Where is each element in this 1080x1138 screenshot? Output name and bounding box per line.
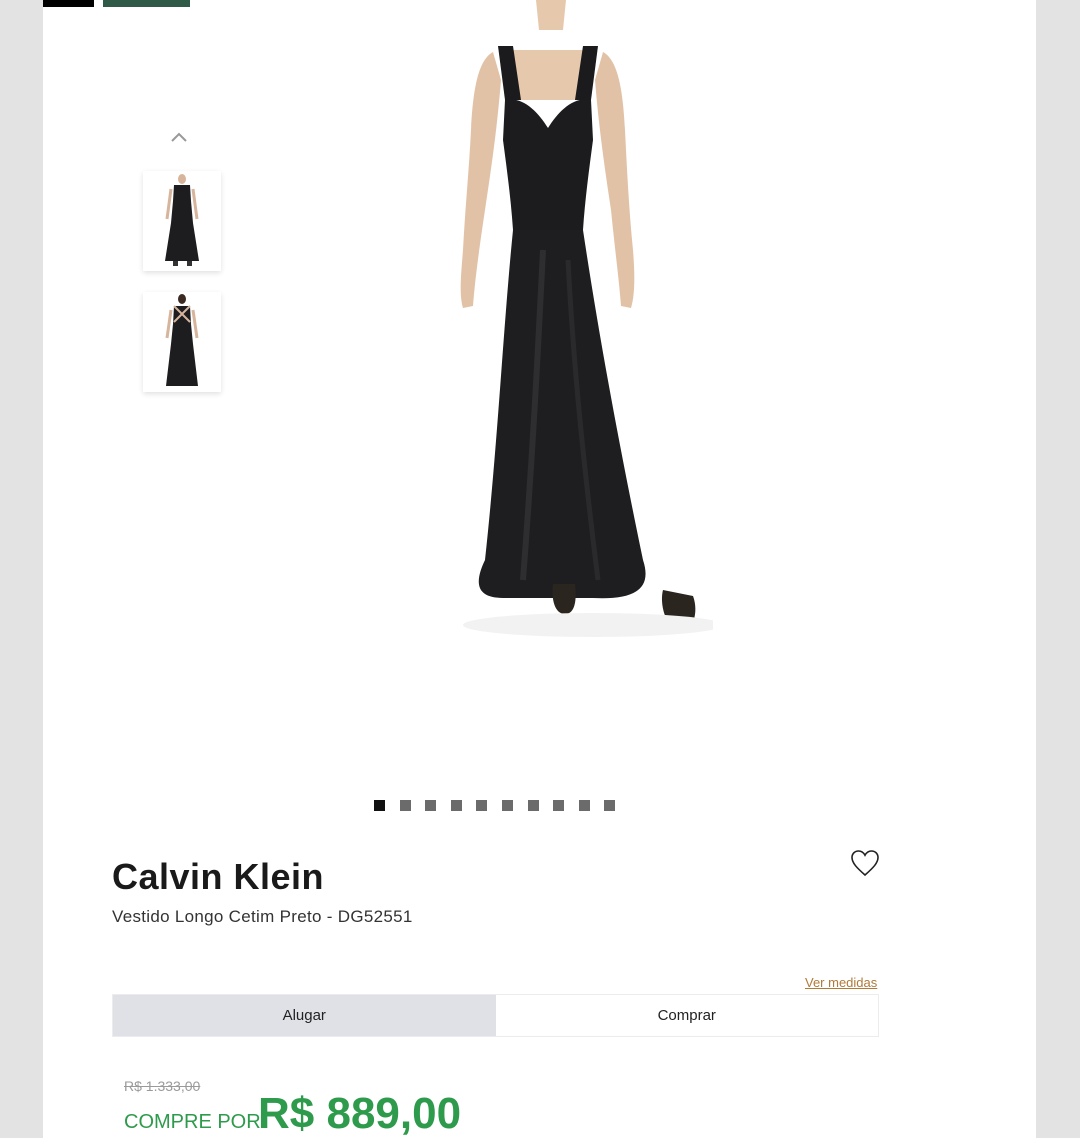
original-price: R$ 1.333,00 (124, 1078, 201, 1094)
carousel-dot[interactable] (527, 800, 539, 811)
carousel-dot[interactable] (450, 800, 462, 811)
size-guide-link[interactable]: Ver medidas (805, 975, 877, 990)
header-green-block (103, 0, 190, 7)
brand-name: Calvin Klein (112, 856, 325, 897)
carousel-indicators (374, 800, 616, 812)
dress-back-thumb-image (165, 294, 199, 386)
buy-price: R$ 889,00 (258, 1089, 462, 1138)
tab-rent[interactable]: Alugar (113, 995, 496, 1036)
chevron-up-icon[interactable] (169, 128, 189, 148)
product-title: Vestido Longo Cetim Preto - DG52551 (112, 907, 413, 926)
buy-price-label: COMPRE POR: (124, 1111, 267, 1133)
product-main-image[interactable] (393, 0, 713, 680)
product-page: Calvin Klein Vestido Longo Cetim Preto -… (43, 0, 1036, 1138)
carousel-dot[interactable] (553, 800, 565, 811)
carousel-dot[interactable] (604, 800, 616, 811)
dress-front-thumb-image (165, 174, 199, 266)
heart-outline-icon[interactable] (849, 848, 881, 878)
thumbnail-back[interactable] (143, 292, 221, 392)
carousel-dot[interactable] (399, 800, 411, 811)
carousel-dot[interactable] (578, 800, 590, 811)
carousel-dot[interactable] (374, 800, 385, 811)
thumbnail-front[interactable] (143, 171, 221, 271)
header-black-block (43, 0, 94, 7)
carousel-dot[interactable] (425, 800, 437, 811)
carousel-dot[interactable] (476, 800, 488, 811)
carousel-dot[interactable] (501, 800, 513, 811)
mode-tabs: Alugar Comprar (112, 994, 879, 1037)
tab-buy[interactable]: Comprar (496, 995, 879, 1036)
